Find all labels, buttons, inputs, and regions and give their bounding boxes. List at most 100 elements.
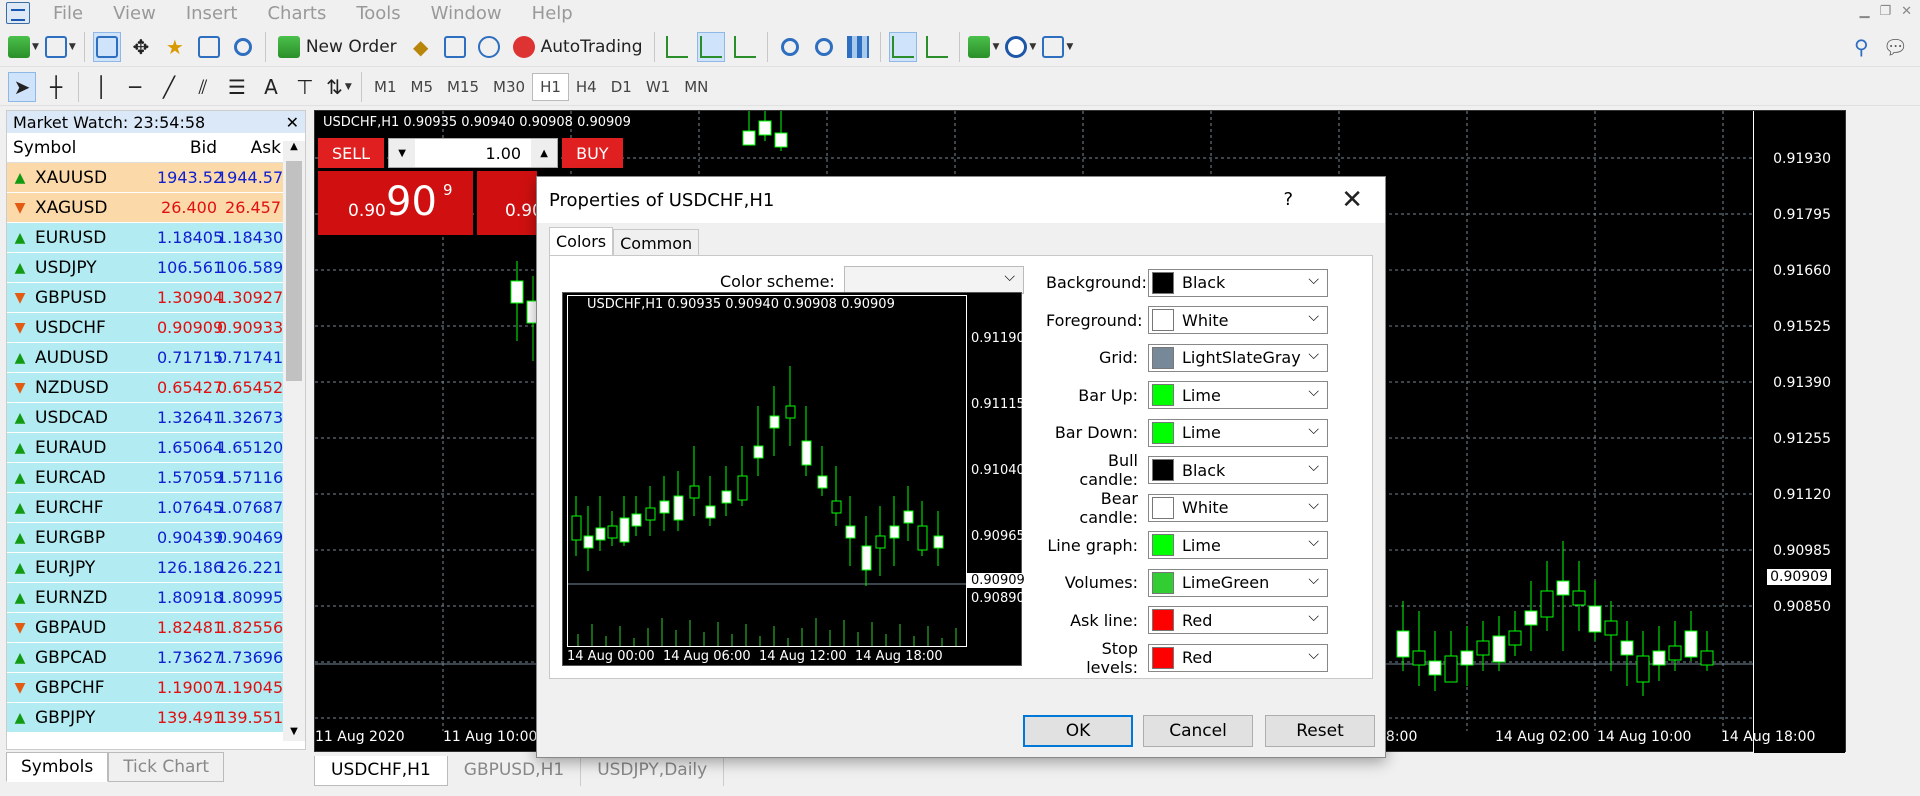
market-button[interactable] [475, 32, 503, 62]
market-watch-row[interactable]: ▼ GBPCHF 1.19007 1.19045 [7, 673, 305, 703]
menu-window[interactable]: Window [416, 3, 517, 24]
menu-charts[interactable]: Charts [252, 3, 341, 24]
timeframe-m30[interactable]: M30 [486, 73, 532, 101]
autotrading-button[interactable]: AutoTrading [509, 32, 647, 62]
timeframe-m5[interactable]: M5 [404, 73, 441, 101]
decrease-lot-icon[interactable]: ▼ [389, 139, 416, 167]
timeframe-m1[interactable]: M1 [367, 73, 404, 101]
market-watch-row[interactable]: ▲ EURUSD 1.18405 1.18430 [7, 223, 305, 253]
equidistant-channel-button[interactable]: ⫽ [189, 72, 217, 102]
buy-button[interactable]: BUY [562, 138, 623, 168]
tab-gbpusd-h1[interactable]: GBPUSD,H1 [448, 756, 582, 786]
color-select[interactable]: Red [1148, 606, 1328, 635]
timeframe-mn[interactable]: MN [677, 73, 715, 101]
lot-size-input[interactable]: ▼ 1.00 ▲ [388, 138, 559, 168]
scroll-down-icon[interactable]: ▼ [283, 726, 305, 737]
arrows-button[interactable]: ⇅ ▼ [325, 72, 353, 102]
timeframe-d1[interactable]: D1 [604, 73, 639, 101]
color-select[interactable]: White [1148, 306, 1328, 335]
market-watch-row[interactable]: ▲ EURGBP 0.90439 0.90469 [7, 523, 305, 553]
new-chart-button[interactable]: ▼ [8, 32, 39, 62]
line-chart-button[interactable] [731, 32, 759, 62]
tab-tick-chart[interactable]: Tick Chart [108, 752, 225, 782]
color-select[interactable]: Lime [1148, 381, 1328, 410]
market-watch-row[interactable]: ▲ GBPJPY 139.491 139.551 [7, 703, 305, 733]
market-watch-row[interactable]: ▼ USDCHF 0.90909 0.90933 [7, 313, 305, 343]
trendline-button[interactable]: ╱ [155, 72, 183, 102]
color-select[interactable]: Lime [1148, 531, 1328, 560]
ok-button[interactable]: OK [1023, 715, 1133, 747]
zoom-in-button[interactable] [776, 32, 804, 62]
zoom-out-button[interactable] [810, 32, 838, 62]
menu-help[interactable]: Help [517, 3, 588, 24]
search-icon[interactable]: ⚲ [1854, 35, 1869, 59]
menu-file[interactable]: File [38, 3, 98, 24]
new-order-button[interactable]: New Order [274, 32, 401, 62]
profiles-button[interactable]: ▼ [44, 32, 76, 62]
market-watch-row[interactable]: ▲ USDCAD 1.32641 1.32673 [7, 403, 305, 433]
timeframe-w1[interactable]: W1 [639, 73, 677, 101]
market-watch-row[interactable]: ▲ EURJPY 126.186 126.221 [7, 553, 305, 583]
menu-view[interactable]: View [98, 3, 171, 24]
close-icon[interactable]: ✕ [286, 113, 299, 132]
market-watch-row[interactable]: ▲ GBPCAD 1.73627 1.73696 [7, 643, 305, 673]
column-symbol[interactable]: Symbol [7, 138, 157, 158]
market-watch-row[interactable]: ▼ GBPUSD 1.30904 1.30927 [7, 283, 305, 313]
templates-button[interactable]: ▼ [1042, 32, 1073, 62]
indicators-button[interactable]: ▼ [968, 32, 999, 62]
chat-icon[interactable]: 💬︎ [1883, 35, 1908, 59]
tab-common[interactable]: Common [613, 229, 700, 258]
cancel-button[interactable]: Cancel [1143, 715, 1253, 747]
color-select[interactable]: Lime [1148, 418, 1328, 447]
horizontal-line-button[interactable]: ─ [121, 72, 149, 102]
strategy-tester-button[interactable] [229, 32, 257, 62]
increase-lot-icon[interactable]: ▲ [531, 139, 558, 167]
crosshair-button[interactable]: ┼ [42, 72, 70, 102]
tab-usdjpy-daily[interactable]: USDJPY,Daily [581, 756, 725, 786]
color-scheme-select[interactable] [844, 266, 1024, 294]
periods-button[interactable]: ▼ [1005, 32, 1036, 62]
help-icon[interactable]: ? [1283, 189, 1293, 210]
market-watch-row[interactable]: ▲ EURNZD 1.80918 1.80995 [7, 583, 305, 613]
market-watch-row[interactable]: ▲ EURAUD 1.65064 1.65120 [7, 433, 305, 463]
column-ask[interactable]: Ask [217, 138, 285, 158]
signals-button[interactable] [441, 32, 469, 62]
market-watch-row[interactable]: ▲ EURCHF 1.07645 1.07687 [7, 493, 305, 523]
market-watch-row[interactable]: ▲ EURCAD 1.57059 1.57116 [7, 463, 305, 493]
minimize-icon[interactable]: ▁ [1859, 4, 1869, 19]
bar-chart-button[interactable] [663, 32, 691, 62]
tile-windows-button[interactable] [844, 32, 872, 62]
candlestick-button[interactable] [697, 31, 726, 62]
metaeditor-button[interactable]: ◆ [407, 32, 435, 62]
menu-tools[interactable]: Tools [341, 3, 415, 24]
sell-price-box[interactable]: 0.90 90 9 [318, 171, 473, 235]
color-select[interactable]: LimeGreen [1148, 568, 1328, 597]
text-button[interactable]: A [257, 72, 285, 102]
text-label-button[interactable]: ⊤ [291, 72, 319, 102]
restore-icon[interactable]: ❐ [1879, 4, 1891, 19]
color-select[interactable]: White [1148, 493, 1328, 522]
data-window-button[interactable]: ✥ [127, 32, 155, 62]
color-select[interactable]: LightSlateGray [1148, 343, 1328, 372]
navigator-button[interactable]: ★ [161, 32, 189, 62]
timeframe-m15[interactable]: M15 [440, 73, 486, 101]
market-watch-button[interactable] [92, 31, 121, 62]
color-select[interactable]: Red [1148, 643, 1328, 672]
vertical-line-button[interactable]: │ [87, 72, 115, 102]
color-select[interactable]: Black [1148, 456, 1328, 485]
scroll-up-icon[interactable]: ▲ [283, 141, 305, 152]
scrollbar-thumb[interactable] [286, 161, 302, 381]
terminal-button[interactable] [195, 32, 223, 62]
fibonacci-button[interactable]: ☰ [223, 72, 251, 102]
market-watch-row[interactable]: ▲ AUDUSD 0.71715 0.71741 [7, 343, 305, 373]
tab-usdchf-h1[interactable]: USDCHF,H1 [314, 756, 448, 786]
column-bid[interactable]: Bid [157, 138, 217, 158]
tab-colors[interactable]: Colors [549, 227, 614, 256]
close-icon[interactable]: ✕ [1341, 185, 1363, 215]
autoscroll-button[interactable] [889, 31, 918, 62]
sell-button[interactable]: SELL [318, 138, 385, 168]
reset-button[interactable]: Reset [1265, 715, 1375, 747]
cursor-button[interactable]: ➤ [8, 71, 36, 102]
timeframe-h1[interactable]: H1 [532, 72, 569, 101]
market-watch-row[interactable]: ▼ XAGUSD 26.400 26.457 [7, 193, 305, 223]
